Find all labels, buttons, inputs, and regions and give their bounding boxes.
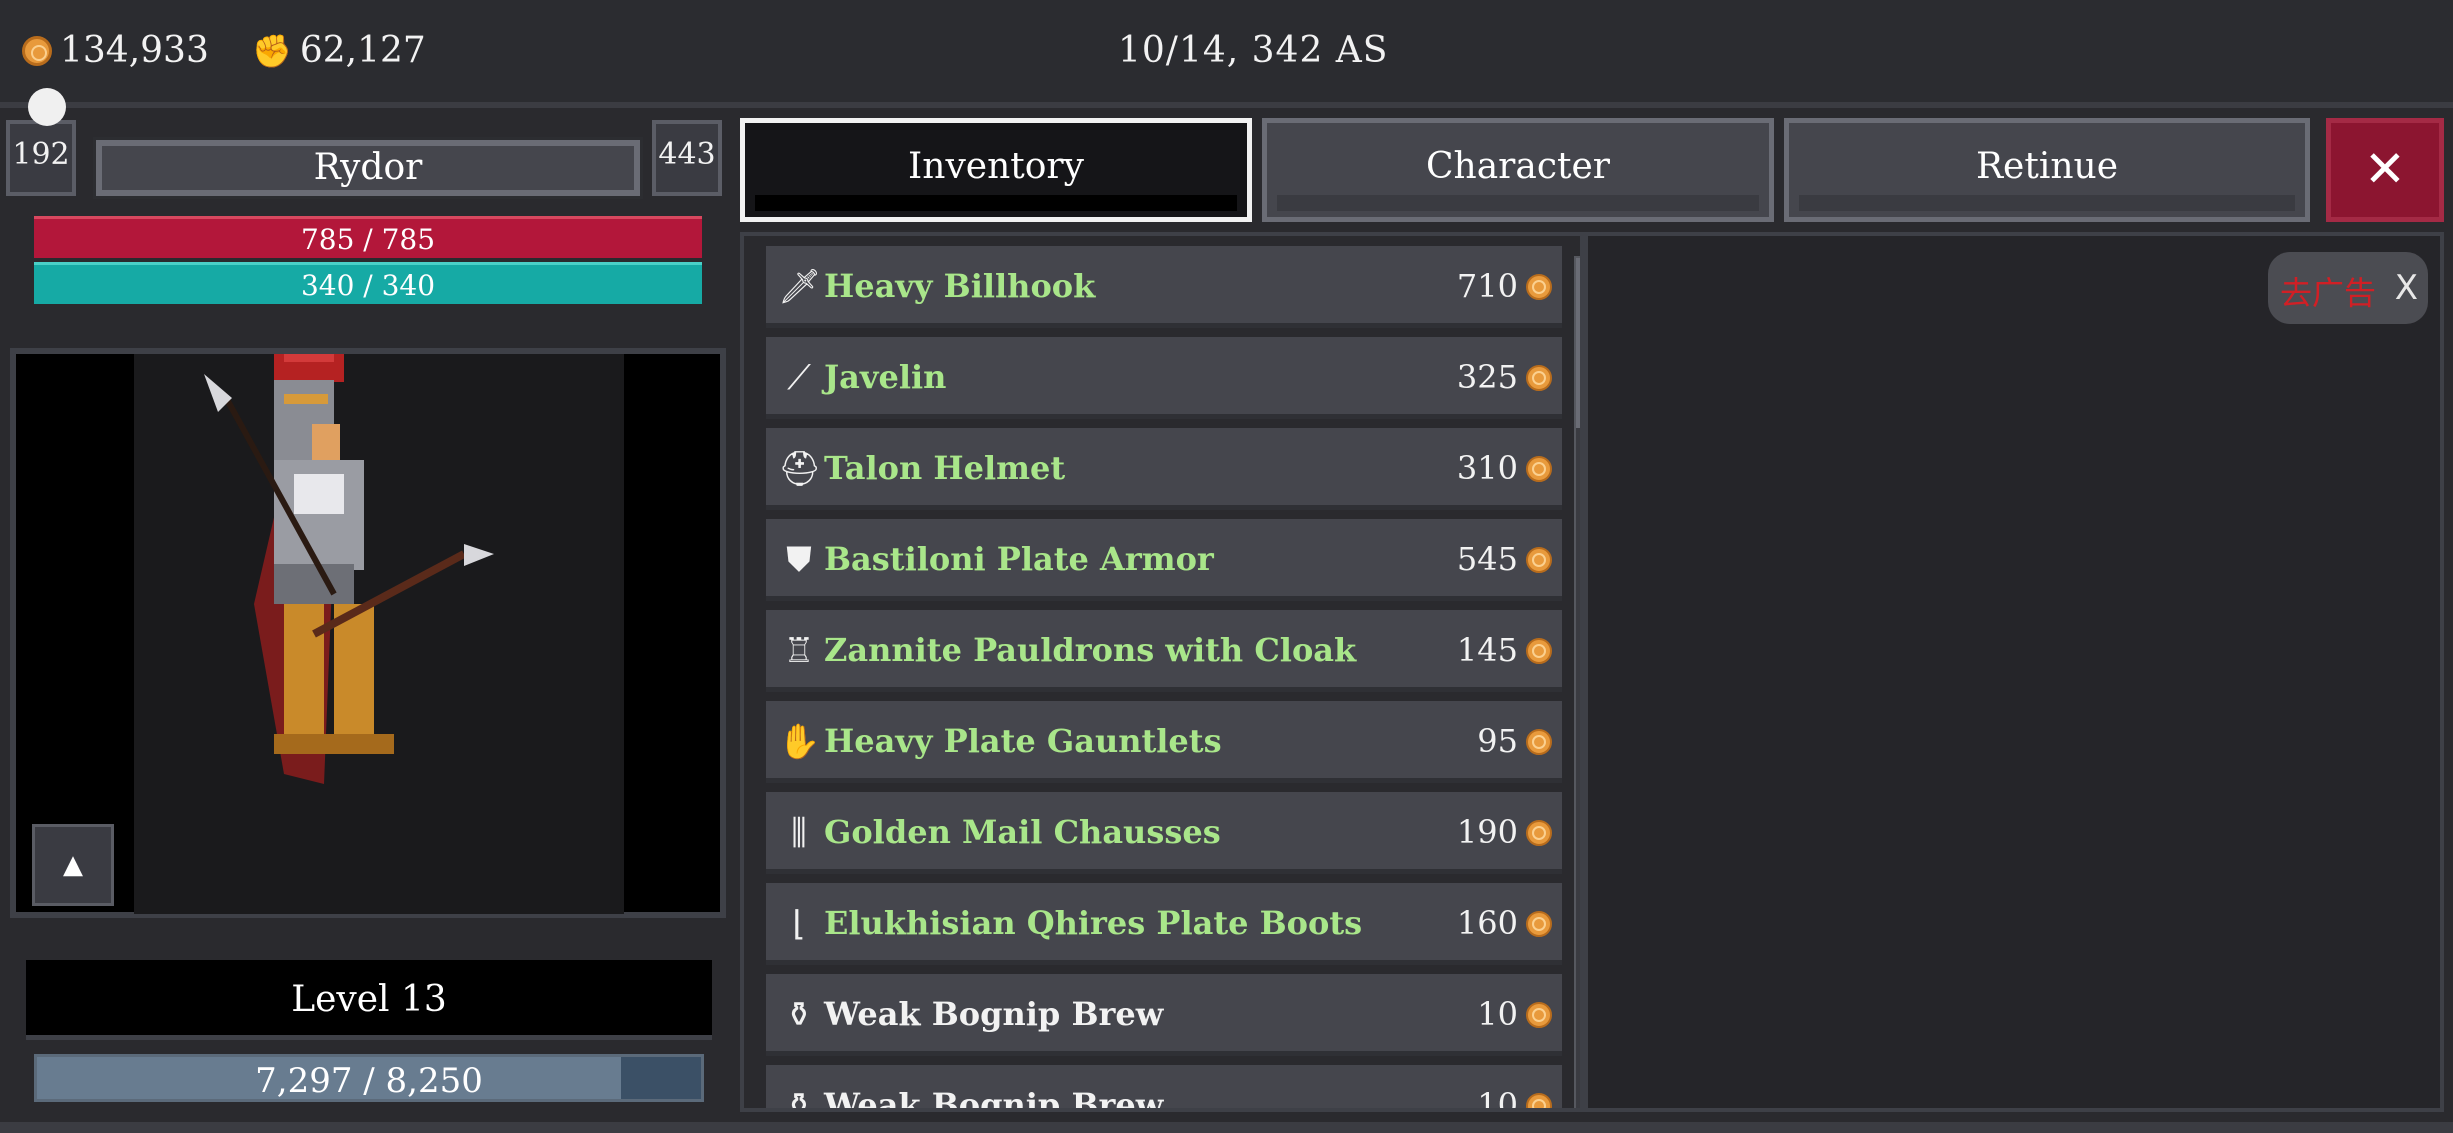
expand-button[interactable]: ▲: [32, 824, 114, 906]
tab-inventory-label: Inventory: [908, 146, 1084, 187]
item-price: 10: [1477, 1086, 1518, 1112]
item-name: Golden Mail Chausses: [824, 813, 1221, 851]
armor-icon: ⛊: [786, 540, 812, 580]
close-button[interactable]: ✕: [2326, 118, 2444, 222]
gold-coin-icon: [1526, 820, 1552, 846]
item-price: 95: [1477, 722, 1518, 760]
game-date: 10/14, 342 AS: [1118, 30, 1389, 71]
item-price: 545: [1456, 540, 1518, 578]
close-x-icon: ✕: [2364, 140, 2406, 198]
inventory-item[interactable]: ⚱ Weak Bognip Brew 10: [766, 974, 1562, 1056]
gold-coin-icon: [1526, 547, 1552, 573]
gold-amount: 134,933: [60, 30, 209, 71]
potion-icon: ⚱: [784, 1086, 814, 1112]
item-price: 325: [1456, 358, 1518, 396]
sword-icon: 🗡: [778, 267, 822, 307]
item-name: Bastiloni Plate Armor: [824, 540, 1214, 578]
tab-character-label: Character: [1425, 146, 1610, 187]
drag-handle[interactable]: [28, 88, 66, 126]
inventory-item[interactable]: ⛑ Talon Helmet 310: [766, 428, 1562, 510]
tab-character[interactable]: Character: [1262, 118, 1774, 222]
gold-coin-icon: [1526, 638, 1552, 664]
left-stat-badge: 192: [6, 120, 76, 196]
chausses-icon: ⫼: [791, 813, 807, 853]
gold-coin-icon: [22, 35, 52, 66]
inventory-item[interactable]: ⚱ Weak Bognip Brew 10: [766, 1065, 1562, 1112]
boot-icon: ⌊: [792, 904, 806, 944]
inventory-scrollbar[interactable]: [1574, 256, 1580, 1108]
item-price: 145: [1456, 631, 1518, 669]
gold-coin-icon: [1526, 911, 1552, 937]
item-name: Weak Bognip Brew: [824, 995, 1164, 1033]
right-stat-badge: 443: [652, 120, 722, 196]
item-price: 10: [1477, 995, 1518, 1033]
item-price: 160: [1456, 904, 1518, 942]
potion-icon: ⚱: [784, 995, 814, 1035]
inventory-list[interactable]: 🗡 Heavy Billhook 710 ⟋ Javelin 325 ⛑ Talon Helm…: [740, 232, 1584, 1112]
gold-counter: 134,933: [22, 30, 209, 71]
knight-sprite: [204, 348, 494, 784]
inventory-item[interactable]: 🗡 Heavy Billhook 710: [766, 246, 1562, 328]
inventory-item[interactable]: ⛊ Bastiloni Plate Armor 545: [766, 519, 1562, 601]
bottom-border: [0, 1122, 2453, 1133]
level-label: Level 13: [26, 960, 712, 1040]
item-name: Javelin: [824, 358, 947, 396]
item-price: 190: [1456, 813, 1518, 851]
item-name: Heavy Billhook: [824, 267, 1096, 305]
cloak-icon: ♖: [783, 631, 815, 671]
inventory-item[interactable]: ✋ Heavy Plate Gauntlets 95: [766, 701, 1562, 783]
item-name: Talon Helmet: [824, 449, 1066, 487]
character-name: Rydor: [93, 137, 643, 199]
gold-coin-icon: [1526, 729, 1552, 755]
inventory-item[interactable]: ⌊ Elukhisian Qhires Plate Boots 160: [766, 883, 1562, 965]
stone-wall-background: [134, 348, 624, 914]
experience-bar: 7,297 / 8,250: [34, 1054, 704, 1102]
scrollbar-thumb[interactable]: [1576, 258, 1580, 428]
ad-close-button[interactable]: X: [2395, 268, 2418, 308]
tab-retinue[interactable]: Retinue: [1784, 118, 2310, 222]
item-price: 310: [1456, 449, 1518, 487]
top-bar: 134,933 ✊ 62,127 10/14, 342 AS: [0, 0, 2453, 108]
strength-amount: 62,127: [299, 30, 426, 71]
item-name: Zannite Pauldrons with Cloak: [824, 631, 1357, 669]
remove-ads-label[interactable]: 去广告: [2280, 268, 2376, 314]
remove-ads-badge[interactable]: 去广告 X: [2268, 252, 2428, 324]
helmet-icon: ⛑: [778, 449, 822, 489]
triangle-up-icon: ▲: [63, 850, 83, 880]
gold-coin-icon: [1526, 456, 1552, 482]
mana-bar: 340 / 340: [34, 262, 702, 304]
item-name: Heavy Plate Gauntlets: [824, 722, 1222, 760]
gauntlet-icon: ✋: [778, 722, 821, 762]
inventory-item[interactable]: ⟋ Javelin 325: [766, 337, 1562, 419]
experience-text: 7,297 / 8,250: [255, 1061, 483, 1101]
item-name: Weak Bognip Brew: [824, 1086, 1164, 1112]
strength-counter: ✊ 62,127: [252, 30, 426, 71]
gold-coin-icon: [1526, 1002, 1552, 1028]
gold-coin-icon: [1526, 365, 1552, 391]
spear-icon: ⟋: [787, 358, 811, 398]
inventory-item[interactable]: ⫼ Golden Mail Chausses 190: [766, 792, 1562, 874]
character-portrait: ▲: [10, 348, 726, 918]
tab-inventory[interactable]: Inventory: [740, 118, 1252, 222]
inventory-item[interactable]: ♖ Zannite Pauldrons with Cloak 145: [766, 610, 1562, 692]
item-detail-panel: [1584, 232, 2444, 1112]
tab-retinue-label: Retinue: [1975, 146, 2119, 187]
gold-coin-icon: [1526, 274, 1552, 300]
item-name: Elukhisian Qhires Plate Boots: [824, 904, 1363, 942]
character-panel: 192 443 Rydor 785 / 785 340 / 340 ▲ Leve…: [0, 114, 734, 1133]
fist-icon: ✊: [252, 31, 292, 70]
item-price: 710: [1456, 267, 1518, 305]
health-bar: 785 / 785: [34, 216, 702, 258]
gold-coin-icon: [1526, 1093, 1552, 1108]
